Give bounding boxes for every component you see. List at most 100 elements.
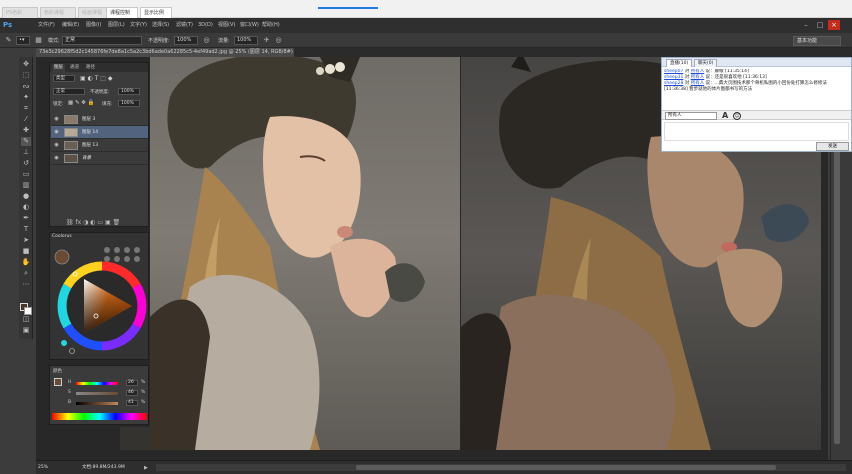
more-tools-icon[interactable]: ⋯ — [21, 280, 31, 289]
menu-layer[interactable]: 图层(L) — [108, 18, 125, 33]
hue-value[interactable]: 26 — [126, 380, 138, 386]
layer-row-selected[interactable]: ◉ 图层 14 — [51, 126, 148, 139]
layer-actions-icons[interactable]: ⛓ fx ◑ ◐ ▭ ▣ 🗑 — [66, 219, 120, 226]
menu-filter[interactable]: 滤镜(T) — [176, 18, 193, 33]
zoom-tool-icon[interactable]: ⌕ — [21, 269, 31, 278]
visibility-eye-icon[interactable]: ◉ — [53, 116, 60, 123]
layer-blend-mode[interactable]: 正常 — [53, 88, 85, 95]
pressure-size-icon[interactable]: ◎ — [274, 36, 283, 45]
layer-row[interactable]: ◉ 图层 3 — [51, 113, 148, 126]
shape-tool-icon[interactable]: ■ — [21, 247, 31, 256]
move-tool-icon[interactable]: ✥ — [21, 60, 31, 69]
saturation-slider[interactable] — [76, 392, 118, 395]
quick-select-tool-icon[interactable]: ✦ — [21, 93, 31, 102]
brush-panel-icon[interactable]: ▦ — [34, 36, 43, 45]
hue-slider[interactable] — [76, 382, 118, 385]
brightness-value[interactable]: 41 — [126, 400, 138, 406]
menu-image[interactable]: 图像(I) — [86, 18, 101, 33]
lasso-tool-icon[interactable]: ᔓ — [21, 82, 31, 91]
layer-row[interactable]: ◉ 图层 13 — [51, 139, 148, 152]
path-select-tool-icon[interactable]: ➤ — [21, 236, 31, 245]
eraser-tool-icon[interactable]: ▭ — [21, 170, 31, 179]
color-spectrum-ramp[interactable] — [52, 413, 147, 420]
browser-tab-active[interactable]: 课程控制 — [106, 7, 138, 18]
history-brush-tool-icon[interactable]: ↺ — [21, 159, 31, 168]
close-icon[interactable]: × — [828, 20, 840, 30]
layer-opacity-input[interactable]: 100% — [118, 88, 140, 95]
dodge-tool-icon[interactable]: ◐ — [21, 203, 31, 212]
menu-file[interactable]: 文件(F) — [38, 18, 55, 33]
horizontal-scrollbar[interactable] — [156, 464, 846, 471]
chat-username[interactable]: sheep31 — [664, 75, 683, 80]
visibility-eye-icon[interactable]: ◉ — [53, 155, 60, 162]
send-button[interactable]: 发送 — [816, 142, 849, 151]
lock-icons[interactable]: ▦ ✎ ✥ 🔒 — [68, 100, 95, 106]
recipient-select[interactable]: 所有人 — [665, 112, 717, 120]
current-color-swatch[interactable] — [54, 378, 62, 386]
marquee-tool-icon[interactable]: ⬚ — [21, 71, 31, 80]
reference-photo[interactable] — [150, 57, 460, 450]
brush-preset-picker[interactable]: •▾ — [16, 36, 30, 45]
menu-type[interactable]: 文字(Y) — [130, 18, 147, 33]
crop-tool-icon[interactable]: ⌗ — [21, 104, 31, 113]
color-wheel[interactable] — [50, 233, 150, 361]
visibility-eye-icon[interactable]: ◉ — [53, 129, 60, 136]
browser-tab-active[interactable]: 显示比例 — [140, 7, 172, 18]
eyedropper-tool-icon[interactable]: ⁄ — [21, 115, 31, 124]
airbrush-icon[interactable]: ✈ — [262, 36, 271, 45]
browser-tab-strip: PS色彩 色彩课程 绘画课程 课程控制 显示比例 — [0, 0, 852, 18]
clone-stamp-tool-icon[interactable]: ⊥ — [21, 148, 31, 157]
chat-recipient-link[interactable]: 所有人 — [691, 81, 705, 86]
blend-mode-select[interactable]: 正常 — [62, 36, 142, 45]
layer-row[interactable]: ◉ 背景 — [51, 152, 148, 165]
opacity-input[interactable]: 100% — [174, 36, 198, 45]
flow-input[interactable]: 100% — [234, 36, 258, 45]
horizontal-scroll-thumb[interactable] — [356, 465, 776, 470]
layer-filter-icons[interactable]: ▣ ◐ T ⬚ ◆ — [80, 75, 112, 82]
healing-tool-icon[interactable]: ✚ — [21, 126, 31, 135]
tab-paths[interactable]: 路径 — [84, 64, 97, 72]
chat-message-input[interactable] — [664, 122, 849, 141]
brush-tool-icon[interactable]: ✎ — [21, 137, 31, 146]
screen-mode-icon[interactable]: ▣ — [21, 326, 31, 335]
menu-window[interactable]: 窗口(W) — [240, 18, 259, 33]
hand-tool-icon[interactable]: ✋ — [21, 258, 31, 267]
status-menu-arrow-icon[interactable]: ▶ — [144, 464, 148, 472]
tab-layers[interactable]: 图层 — [52, 64, 65, 72]
tab-chat[interactable]: 聊天(0) — [694, 59, 718, 67]
workspace-select[interactable]: 基本功能 — [793, 36, 841, 46]
fill-input[interactable]: 100% — [118, 100, 140, 107]
blur-tool-icon[interactable]: ● — [21, 192, 31, 201]
emoji-icon[interactable]: ☺ — [733, 112, 741, 120]
chat-username[interactable]: sheep28 — [664, 81, 683, 86]
pen-tool-icon[interactable]: ✒ — [21, 214, 31, 223]
visibility-eye-icon[interactable]: ◉ — [53, 142, 60, 149]
menu-select[interactable]: 选择(S) — [152, 18, 169, 33]
minimize-icon[interactable]: – — [800, 20, 812, 30]
menu-help[interactable]: 帮助(H) — [262, 18, 280, 33]
chat-recipient-link[interactable]: 所有人 — [691, 75, 705, 80]
menu-edit[interactable]: 编辑(E) — [62, 18, 79, 33]
menu-view[interactable]: 视图(V) — [218, 18, 235, 33]
zoom-level-field[interactable]: 25% — [38, 464, 54, 472]
browser-tab[interactable]: 色彩课程 — [40, 7, 76, 18]
pressure-opacity-icon[interactable]: ◎ — [202, 36, 211, 45]
brush-tool-icon[interactable]: ✎ — [4, 36, 13, 45]
maximize-icon[interactable]: □ — [814, 20, 826, 30]
font-settings-icon[interactable]: A — [722, 111, 728, 121]
type-tool-icon[interactable]: T — [21, 225, 31, 234]
tab-live[interactable]: 直播(10) — [666, 59, 693, 67]
chat-username[interactable]: sheep07 — [664, 69, 683, 74]
saturation-value[interactable]: 46 — [126, 390, 138, 396]
browser-tab[interactable]: PS色彩 — [2, 7, 38, 18]
tab-channels[interactable]: 通道 — [68, 64, 81, 72]
document-size-info[interactable]: 文档:89.8M/243.9M — [82, 464, 125, 472]
background-color-swatch[interactable] — [24, 307, 32, 315]
menu-3d[interactable]: 3D(D) — [198, 18, 213, 33]
brightness-slider[interactable] — [76, 402, 118, 405]
chat-recipient-link[interactable]: 所有人 — [691, 69, 705, 74]
document-tab[interactable]: 73e3c29628f5d2c145876fe7de8a1c5a2c3bd6ad… — [36, 48, 294, 57]
gradient-tool-icon[interactable]: ▥ — [21, 181, 31, 190]
layer-filter-kind[interactable]: 类型 — [53, 75, 75, 82]
quick-mask-icon[interactable]: ◫ — [21, 315, 31, 324]
